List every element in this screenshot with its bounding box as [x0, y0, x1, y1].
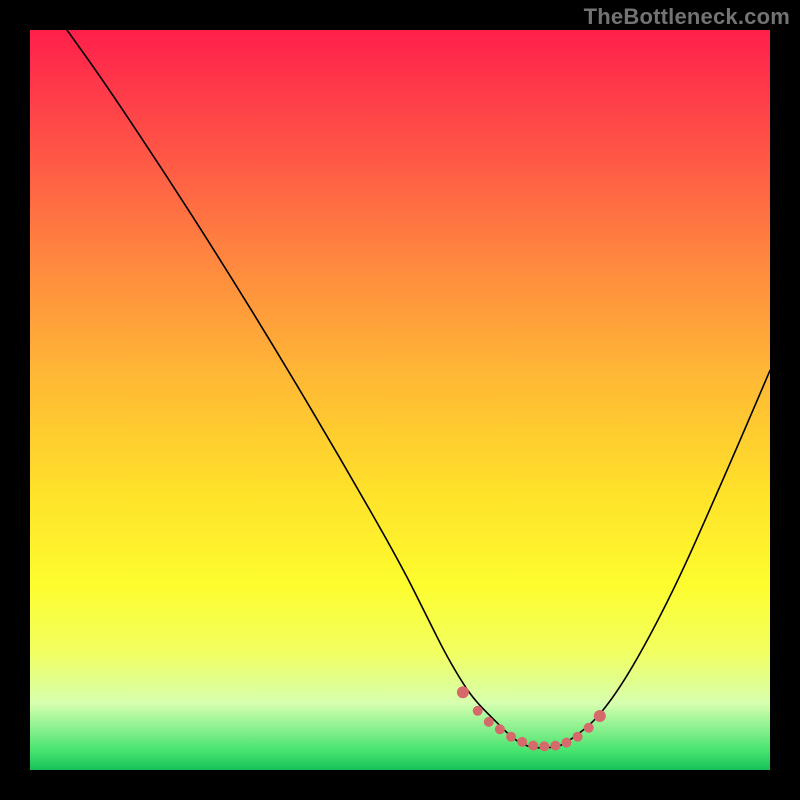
optimal-dot	[550, 741, 560, 751]
optimal-dot	[584, 723, 594, 733]
optimal-dot	[484, 717, 494, 727]
optimal-dot	[539, 741, 549, 751]
optimal-dot	[495, 724, 505, 734]
optimal-dot	[528, 741, 538, 751]
bottleneck-curve	[67, 30, 770, 748]
optimal-dot	[506, 732, 516, 742]
optimal-dot	[562, 738, 572, 748]
optimal-dot	[517, 737, 527, 747]
optimal-band	[457, 686, 606, 751]
chart-frame: TheBottleneck.com	[0, 0, 800, 800]
optimal-dot	[473, 706, 483, 716]
curve-layer	[30, 30, 770, 770]
optimal-dot	[573, 732, 583, 742]
optimal-dot	[594, 710, 606, 722]
watermark-text: TheBottleneck.com	[584, 4, 790, 30]
optimal-dot	[457, 686, 469, 698]
plot-area	[30, 30, 770, 770]
